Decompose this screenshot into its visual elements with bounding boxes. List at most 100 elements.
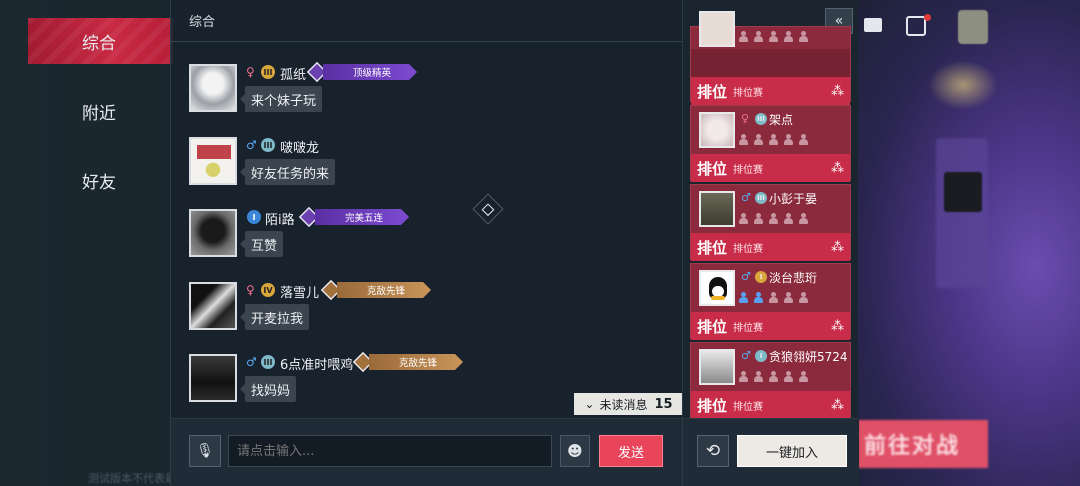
rank-badge-icon: I (755, 271, 767, 283)
mode-label: 排位 (697, 317, 728, 336)
team-leader-name: 淡台悲珩 (769, 271, 818, 285)
slot-empty-icon (769, 134, 778, 146)
slot-empty-icon (769, 292, 778, 304)
username[interactable]: 孤纸 (280, 64, 306, 83)
username[interactable]: 陌i路 (265, 209, 295, 228)
slot-empty-icon (739, 31, 748, 43)
username[interactable]: 落雪儿 (280, 282, 319, 301)
team-card[interactable]: 排位 排位赛 ⁂ (690, 11, 851, 105)
gift-icon (906, 16, 926, 36)
slot-empty-icon (784, 31, 793, 43)
send-button[interactable]: 发送 (599, 435, 663, 467)
message-bubble: 互赞 (239, 231, 284, 257)
team-slots (739, 371, 808, 383)
unread-count: 15 (654, 396, 673, 412)
squad-avatar (944, 172, 982, 212)
rank-badge-icon: IV (261, 283, 275, 297)
chat-message: ♀ III 孤纸 顶级精英 来个妹子玩 (189, 61, 649, 122)
nav-tab-label: 好友 (82, 172, 116, 193)
message-bubble: 好友任务的来 (239, 159, 336, 185)
title-text: 克敌先锋 (369, 354, 463, 370)
nav-tab-general[interactable]: 综合 (28, 18, 173, 64)
message-bubble: 来个妹子玩 (239, 86, 323, 112)
channel-nav: 综合 附近 好友 (0, 0, 173, 486)
emoji-button[interactable]: ☻ (560, 435, 590, 467)
team-slots (739, 31, 808, 43)
slot-empty-icon (784, 134, 793, 146)
battle-button: 前往对战 (858, 420, 988, 468)
team-leader-avatar (699, 11, 735, 47)
microphone-icon: 🎙 (196, 443, 214, 459)
gender-female-icon: ♀ (741, 112, 750, 125)
user-avatar[interactable] (189, 64, 237, 112)
mode-label: 排位 (697, 82, 728, 101)
chat-header: 综合 (171, 0, 683, 42)
quick-join-button[interactable]: 一键加入 (737, 435, 847, 467)
rank-badge-icon: III (755, 113, 767, 125)
gender-male-icon: ♂ (246, 355, 257, 369)
nav-tab-label: 附近 (82, 103, 116, 124)
slot-empty-icon (799, 213, 808, 225)
slot-empty-icon (754, 371, 763, 383)
title-badge: 顶级精英 (306, 61, 417, 83)
slot-empty-icon (799, 31, 808, 43)
slot-empty-icon (769, 213, 778, 225)
title-badge: 克敌先锋 (352, 351, 463, 373)
team-slots (739, 134, 808, 146)
slot-empty-icon (754, 31, 763, 43)
smiley-icon: ☻ (567, 442, 583, 460)
nav-tab-friends[interactable]: 好友 (28, 157, 170, 203)
mode-sub-label: 排位赛 (733, 164, 764, 176)
mode-sub-label: 排位赛 (733, 401, 764, 413)
gender-male-icon: ♂ (741, 270, 751, 283)
rank-badge-icon: III (261, 138, 275, 152)
team-leader-avatar (699, 349, 735, 385)
gender-female-icon: ♀ (246, 283, 255, 297)
rank-emblem (928, 60, 998, 110)
mode-sub-label: 排位赛 (733, 243, 764, 255)
chat-message: ♀ IV 落雪儿 克敌先锋 开麦拉我 (189, 279, 649, 340)
team-leader-name: 贪狼翎妍5724 (769, 350, 848, 364)
user-avatar[interactable] (189, 137, 237, 185)
slot-empty-icon (784, 292, 793, 304)
username[interactable]: 6点准时喂鸡 (280, 354, 353, 373)
slot-filled-icon (754, 292, 763, 304)
team-leader-avatar (699, 112, 735, 148)
team-leader-avatar (699, 270, 735, 306)
mode-label: 排位 (697, 159, 728, 178)
gender-female-icon: ♀ (246, 65, 255, 79)
team-leader-name: 架点 (769, 113, 794, 127)
voice-input-button[interactable]: 🎙 (189, 435, 221, 467)
chat-input-bar: 🎙 ☻ 发送 (171, 418, 683, 486)
team-card[interactable]: ♂ I 淡台悲珩 排位 排位赛 ⁂ (690, 263, 851, 340)
nav-tab-nearby[interactable]: 附近 (28, 88, 170, 134)
team-leader-avatar (699, 191, 735, 227)
team-card[interactable]: ♀ III 架点 排位 排位赛 ⁂ (690, 105, 851, 182)
group-icon: ⁂ (831, 161, 844, 176)
gender-male-icon: ♂ (246, 138, 257, 152)
title-badge: 完美五连 (298, 206, 409, 228)
chat-input[interactable] (228, 435, 552, 467)
user-avatar[interactable] (189, 354, 237, 402)
rank-badge-icon: I (247, 210, 261, 224)
title-text: 克敌先锋 (337, 282, 431, 298)
title-text: 顶级精英 (323, 64, 417, 80)
slot-empty-icon (754, 213, 763, 225)
slot-empty-icon (784, 371, 793, 383)
unread-messages-button[interactable]: ⌄ 未读消息 15 (574, 393, 683, 415)
slot-empty-icon (799, 371, 808, 383)
group-icon: ⁂ (831, 240, 844, 255)
title-badge: 克敌先锋 (320, 279, 431, 301)
username[interactable]: 啵啵龙 (280, 137, 319, 156)
team-card[interactable]: ♂ III 小彭于晏 排位 排位赛 ⁂ (690, 184, 851, 261)
refresh-button[interactable]: ⟲ (697, 435, 729, 467)
notification-dot (924, 14, 931, 21)
user-avatar[interactable] (189, 209, 237, 257)
user-avatar[interactable] (189, 282, 237, 330)
mode-sub-label: 排位赛 (733, 322, 764, 334)
slot-empty-icon (739, 371, 748, 383)
slot-empty-icon (769, 371, 778, 383)
mode-label: 排位 (697, 396, 728, 415)
refresh-icon: ⟲ (705, 441, 721, 461)
team-card[interactable]: ♂ I 贪狼翎妍5724 排位 排位赛 ⁂ (690, 342, 851, 419)
